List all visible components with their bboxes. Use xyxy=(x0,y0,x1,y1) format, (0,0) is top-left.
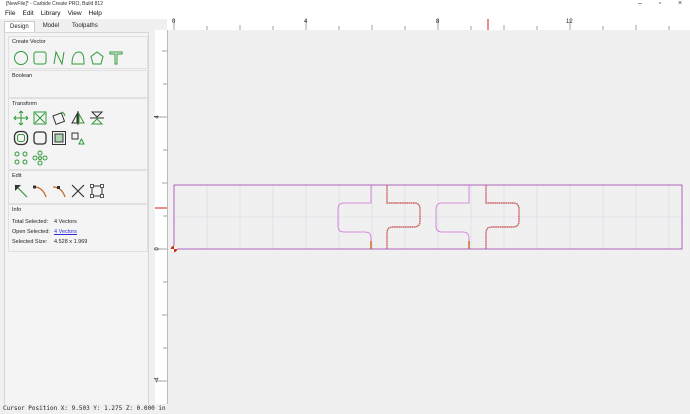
mirror-icon[interactable] xyxy=(70,110,86,126)
boolean-title: Boolean xyxy=(12,73,33,79)
array-icon[interactable] xyxy=(13,150,29,166)
menu-view[interactable]: View xyxy=(65,9,85,19)
x-tick-label: 8 xyxy=(436,19,440,25)
edit-section: Edit xyxy=(8,170,148,204)
menu-bar: File Edit Library View Help xyxy=(0,9,690,19)
align-icon[interactable] xyxy=(70,130,86,146)
polygon-icon[interactable] xyxy=(89,50,105,66)
x-tick-label: 0 xyxy=(172,19,176,25)
scale-icon[interactable] xyxy=(32,110,48,126)
close-button[interactable]: × xyxy=(670,0,690,9)
minimize-button[interactable]: – xyxy=(630,0,650,9)
bounding-box-icon[interactable] xyxy=(89,183,105,199)
title-bar: [NewFile]* - Carbide Create PRO, Build 8… xyxy=(0,0,690,9)
node-edit-icon[interactable] xyxy=(13,183,29,199)
vertical-ruler: 4 0 -4 xyxy=(155,30,168,404)
menu-help[interactable]: Help xyxy=(86,9,105,19)
open-selected-link[interactable]: 4 Vectors xyxy=(54,229,77,235)
edit-title: Edit xyxy=(12,173,22,179)
trim-icon[interactable] xyxy=(32,183,48,199)
menu-file[interactable]: File xyxy=(0,9,18,19)
pattern-icon[interactable] xyxy=(32,150,48,166)
transform-section: Transform xyxy=(8,98,148,170)
selected-size-label: Selected Size: xyxy=(12,239,48,245)
tab-design[interactable]: Design xyxy=(4,21,35,32)
total-selected-value: 4 Vectors xyxy=(54,219,77,225)
y-tick-label: 4 xyxy=(154,115,161,119)
menu-library[interactable]: Library xyxy=(38,9,64,19)
extend-icon[interactable] xyxy=(51,183,67,199)
menu-edit[interactable]: Edit xyxy=(19,9,36,19)
x-tick-label: 12 xyxy=(566,19,573,25)
tab-toolpaths[interactable]: Toolpaths xyxy=(67,21,103,32)
y-tick-label: 0 xyxy=(154,247,161,251)
x-tick-label: 4 xyxy=(304,19,308,25)
status-bar: Cursor Position X: 9.503 Y: 1.275 Z: 0.0… xyxy=(0,404,690,414)
open-selected-label: Open Selected: xyxy=(12,229,50,235)
rectangle-icon[interactable] xyxy=(32,50,48,66)
move-icon[interactable] xyxy=(13,110,29,126)
polyline-icon[interactable] xyxy=(51,50,67,66)
rotate-icon[interactable] xyxy=(51,110,67,126)
y-tick-label: -4 xyxy=(154,377,161,383)
cursor-position-readout: Cursor Position X: 9.503 Y: 1.275 Z: 0.0… xyxy=(3,405,166,412)
maximize-button[interactable]: ▫ xyxy=(650,0,670,9)
info-title: Info xyxy=(12,207,22,213)
stock-grid xyxy=(174,185,682,249)
design-canvas[interactable] xyxy=(168,30,690,404)
circle-icon[interactable] xyxy=(13,50,29,66)
text-icon[interactable] xyxy=(108,50,124,66)
design-panel: Create Vector Boolean Transform Edit Inf… xyxy=(4,32,149,406)
cut-icon[interactable] xyxy=(70,183,86,199)
origin-marker xyxy=(170,245,178,253)
transform-title: Transform xyxy=(12,101,37,107)
offset-icon[interactable] xyxy=(13,130,29,146)
curve-icon[interactable] xyxy=(70,50,86,66)
inset-icon[interactable] xyxy=(51,130,67,146)
fillet-icon[interactable] xyxy=(32,130,48,146)
mode-tabs: Design Model Toolpaths xyxy=(4,21,106,32)
selected-size-value: 4.528 x 1.969 xyxy=(54,239,88,245)
create-vector-section: Create Vector xyxy=(8,36,148,69)
info-section: Info Total Selected: 4 Vectors Open Sele… xyxy=(8,204,148,252)
window-title: [NewFile]* - Carbide Create PRO, Build 8… xyxy=(6,1,103,7)
create-vector-title: Create Vector xyxy=(12,39,46,45)
selected-vector-path xyxy=(370,241,470,249)
boolean-section: Boolean xyxy=(8,70,148,98)
flip-icon[interactable] xyxy=(89,110,105,126)
tab-model[interactable]: Model xyxy=(38,21,64,32)
total-selected-label: Total Selected: xyxy=(12,219,49,225)
